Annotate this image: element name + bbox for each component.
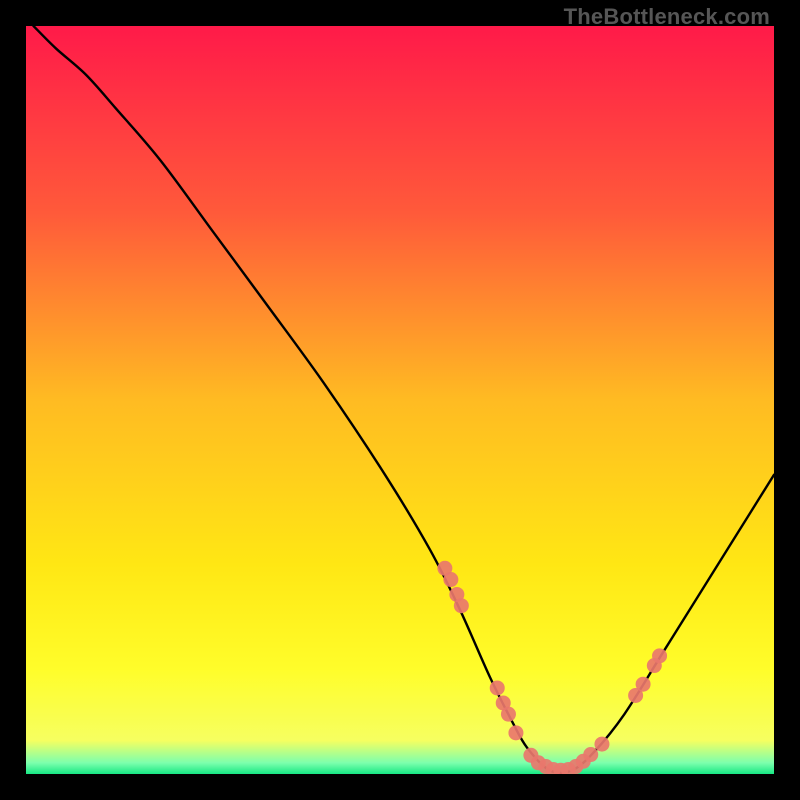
curve-marker: [594, 737, 609, 752]
chart-plot-area: [26, 26, 774, 774]
curve-marker: [443, 572, 458, 587]
curve-marker: [583, 747, 598, 762]
watermark-text: TheBottleneck.com: [564, 4, 770, 30]
chart-svg: [26, 26, 774, 774]
curve-marker: [508, 725, 523, 740]
curve-marker: [490, 680, 505, 695]
curve-marker: [652, 648, 667, 663]
curve-marker: [454, 598, 469, 613]
curve-marker: [636, 677, 651, 692]
curve-marker: [501, 707, 516, 722]
